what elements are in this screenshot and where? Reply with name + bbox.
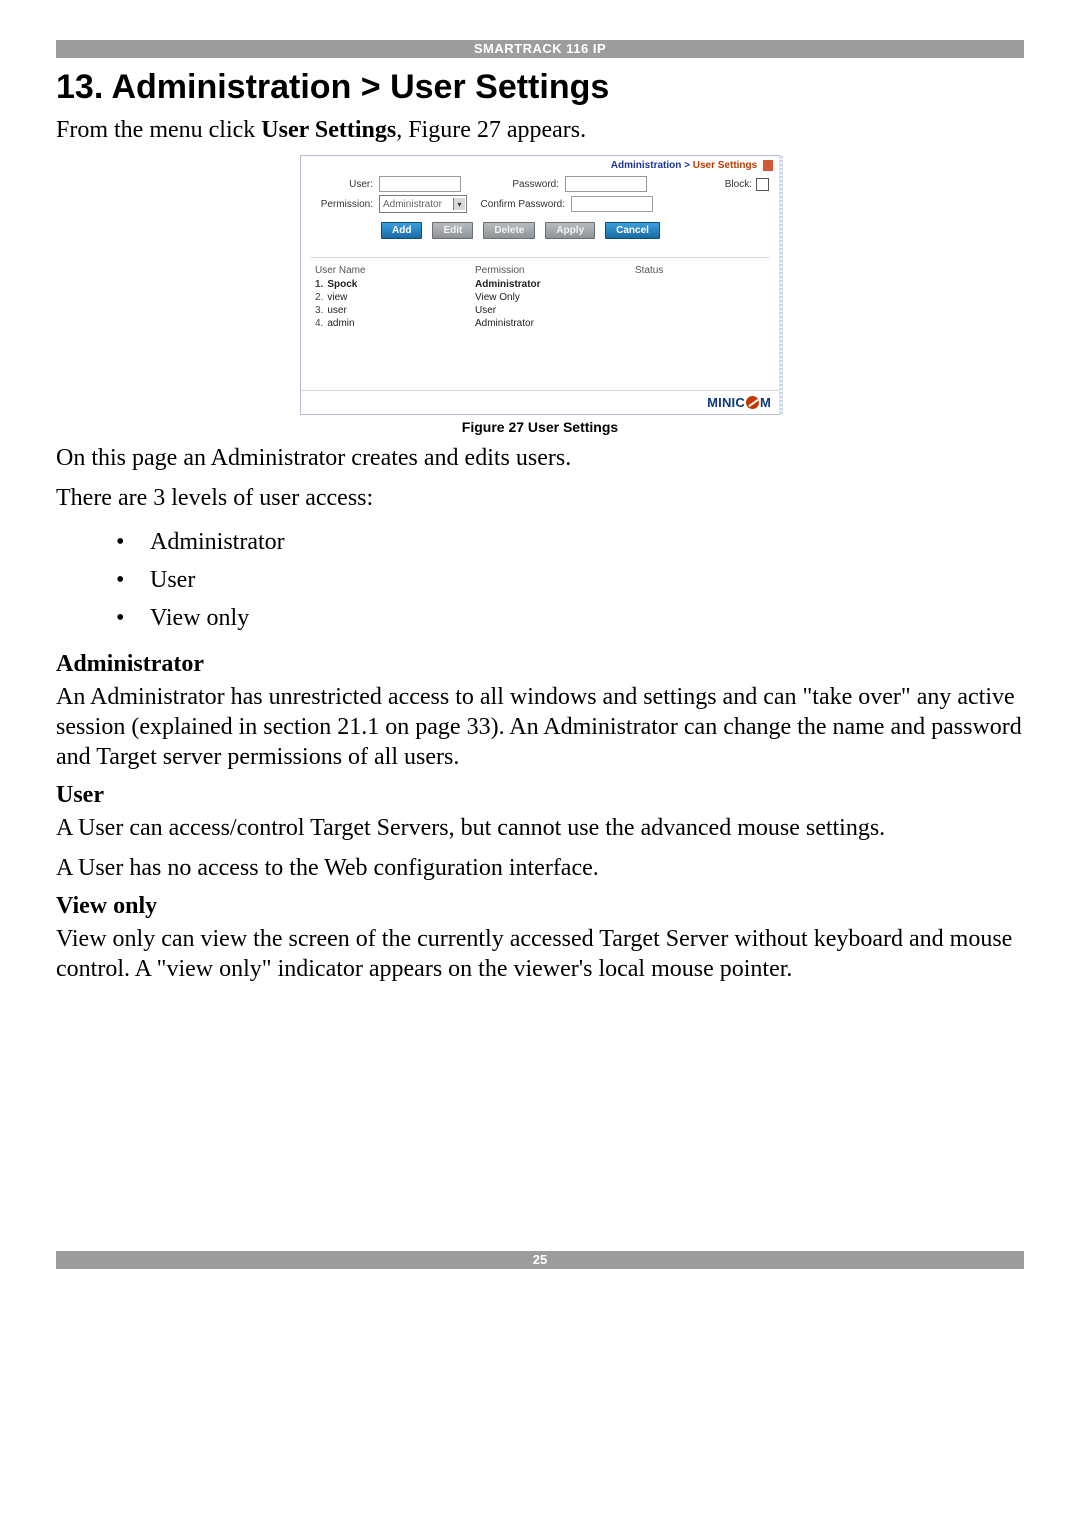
permission-select[interactable]: Administrator ▾ [379,195,467,213]
page-header: SMARTRACK 116 IP [56,40,1024,58]
table-header: User Name Permission Status [305,264,783,278]
breadcrumb: Administration > User Settings [301,156,779,173]
logo-text-a: MINIC [707,395,745,410]
edit-button[interactable]: Edit [432,222,473,239]
apply-button[interactable]: Apply [545,222,595,239]
block-checkbox[interactable] [756,178,769,191]
user-input[interactable] [379,176,461,192]
text: From the menu click [56,117,261,143]
crumb-current: User Settings [693,160,757,171]
permission-value: Administrator [383,199,442,210]
delete-button[interactable]: Delete [483,222,535,239]
list-item: User [116,561,1024,599]
col-username: User Name [305,265,475,276]
sub-user: User [56,782,1024,809]
button-bar: Add Edit Delete Apply Cancel [311,216,769,251]
intro-text: From the menu click User Settings, Figur… [56,115,1024,145]
figure-27: Administration > User Settings User: Pas… [300,155,780,435]
password-input[interactable] [565,176,647,192]
table-row[interactable]: 2.viewView Only [305,291,783,304]
chevron-down-icon: ▾ [453,198,465,210]
table-row[interactable]: 1.SpockAdministrator [305,278,783,291]
sub-viewonly: View only [56,893,1024,920]
para-after-fig-2: There are 3 levels of user access: [56,483,1024,513]
label-permission: Permission: [311,199,373,210]
sub-admin: Administrator [56,651,1024,678]
table-row[interactable]: 3.userUser [305,304,783,317]
admin-para: An Administrator has unrestricted access… [56,682,1024,772]
para-after-fig-1: On this page an Administrator creates an… [56,443,1024,473]
user-para-1: A User can access/control Target Servers… [56,813,1024,843]
col-permission: Permission [475,265,635,276]
minicom-logo: MINIC M [707,395,771,410]
cancel-button[interactable]: Cancel [605,222,660,239]
user-table: User Name Permission Status 1.SpockAdmin… [301,258,787,390]
crumb-admin: Administration > [611,160,693,171]
list-item: Administrator [116,523,1024,561]
text: , Figure 27 appears. [396,117,586,143]
label-user: User: [311,179,373,190]
table-row[interactable]: 4.adminAdministrator [305,317,783,330]
label-password: Password: [461,179,559,190]
user-para-2: A User has no access to the Web configur… [56,853,1024,883]
col-status: Status [635,265,783,276]
text-bold: User Settings [261,117,396,143]
label-confirm: Confirm Password: [467,199,565,210]
section-heading: 13. Administration > User Settings [56,68,1024,107]
viewonly-para: View only can view the screen of the cur… [56,924,1024,984]
figure-footer: MINIC M [301,390,779,414]
list-item: View only [116,599,1024,637]
hide-tab-icon[interactable] [763,160,773,171]
add-button[interactable]: Add [381,222,422,239]
page-footer: 25 [56,1251,1024,1269]
figure-caption: Figure 27 User Settings [300,419,780,435]
levels-list: AdministratorUserView only [116,523,1024,637]
scroll-edge [779,156,783,414]
logo-o-icon [746,396,759,409]
confirm-password-input[interactable] [571,196,653,212]
logo-text-b: M [760,395,771,410]
label-block: Block: [725,179,752,190]
